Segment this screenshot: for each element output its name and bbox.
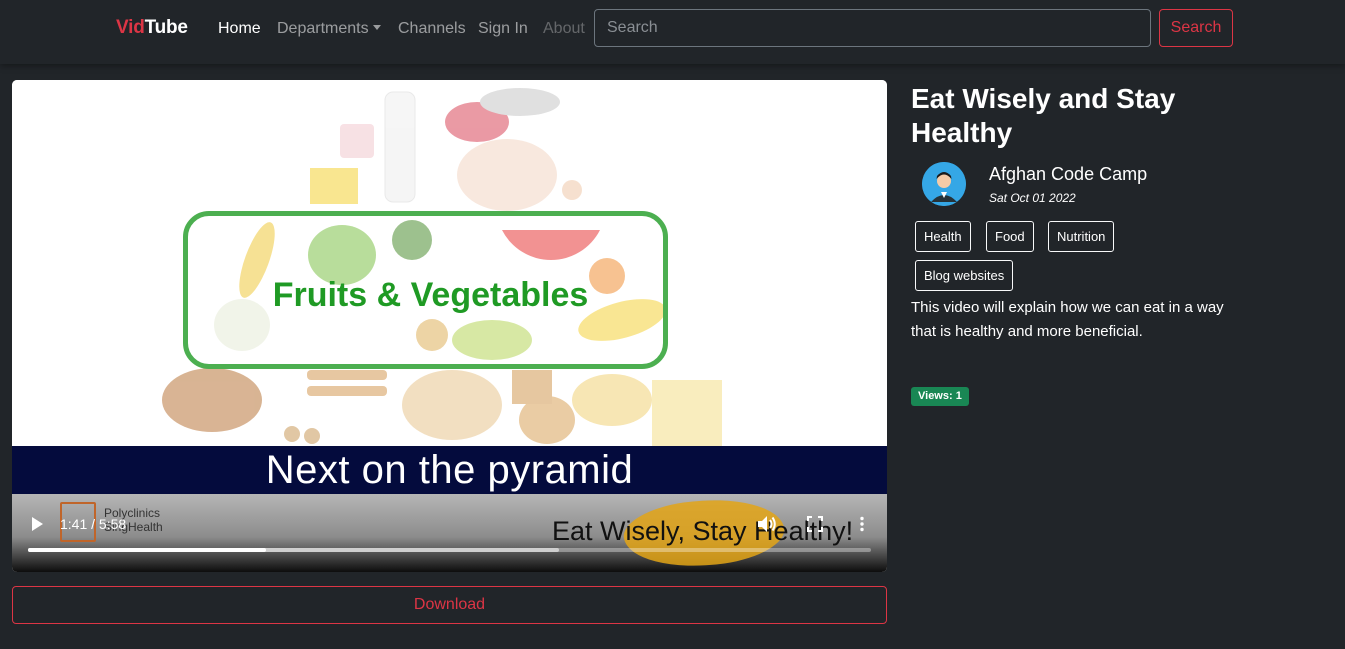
more-vertical-icon[interactable]: [858, 516, 866, 532]
brand-vid: Vid: [116, 17, 145, 38]
video-player[interactable]: Fruits & Vegetables Next on the pyramid …: [12, 80, 887, 572]
channel-avatar[interactable]: [922, 162, 966, 206]
nav-channels[interactable]: Channels: [398, 20, 466, 38]
tag-nutrition[interactable]: Nutrition: [1048, 221, 1115, 252]
tag-blog-websites[interactable]: Blog websites: [915, 260, 1014, 291]
nav-about[interactable]: About: [543, 20, 585, 38]
brand-tube: Tube: [144, 17, 188, 38]
nav-home[interactable]: Home: [218, 20, 261, 38]
video-description: This video will explain how we can eat i…: [911, 299, 1224, 340]
top-navbar: VidTube Home Departments Channels Sign I…: [0, 0, 1345, 64]
brand-logo[interactable]: VidTube: [116, 17, 188, 39]
progress-played: [28, 548, 266, 552]
views-badge: Views: 1: [911, 387, 969, 406]
fullscreen-icon[interactable]: [807, 516, 823, 532]
nav-signin[interactable]: Sign In: [478, 20, 528, 38]
video-title: Eat Wisely and Stay Healthy: [911, 83, 1176, 148]
progress-bar[interactable]: [28, 548, 871, 552]
time-display: 1:41 / 5:58: [60, 516, 127, 532]
video-frame-headline: Fruits & Vegetables: [272, 276, 589, 314]
video-frame-subtitle: Next on the pyramid: [265, 448, 634, 492]
upload-date: Sat Oct 01 2022: [989, 191, 1076, 205]
user-avatar-icon: [922, 162, 966, 206]
search-button[interactable]: Search: [1159, 9, 1233, 47]
nav-departments-label: Departments: [277, 20, 369, 37]
caret-down-icon: [372, 25, 381, 30]
tag-health[interactable]: Health: [915, 221, 971, 252]
play-icon[interactable]: [30, 516, 44, 532]
channel-name[interactable]: Afghan Code Camp: [989, 164, 1147, 185]
nav-departments-dropdown[interactable]: Departments: [277, 20, 381, 38]
volume-icon[interactable]: [757, 515, 777, 533]
download-button[interactable]: Download: [12, 586, 887, 624]
search-input[interactable]: [594, 9, 1151, 47]
tag-food[interactable]: Food: [986, 221, 1034, 252]
